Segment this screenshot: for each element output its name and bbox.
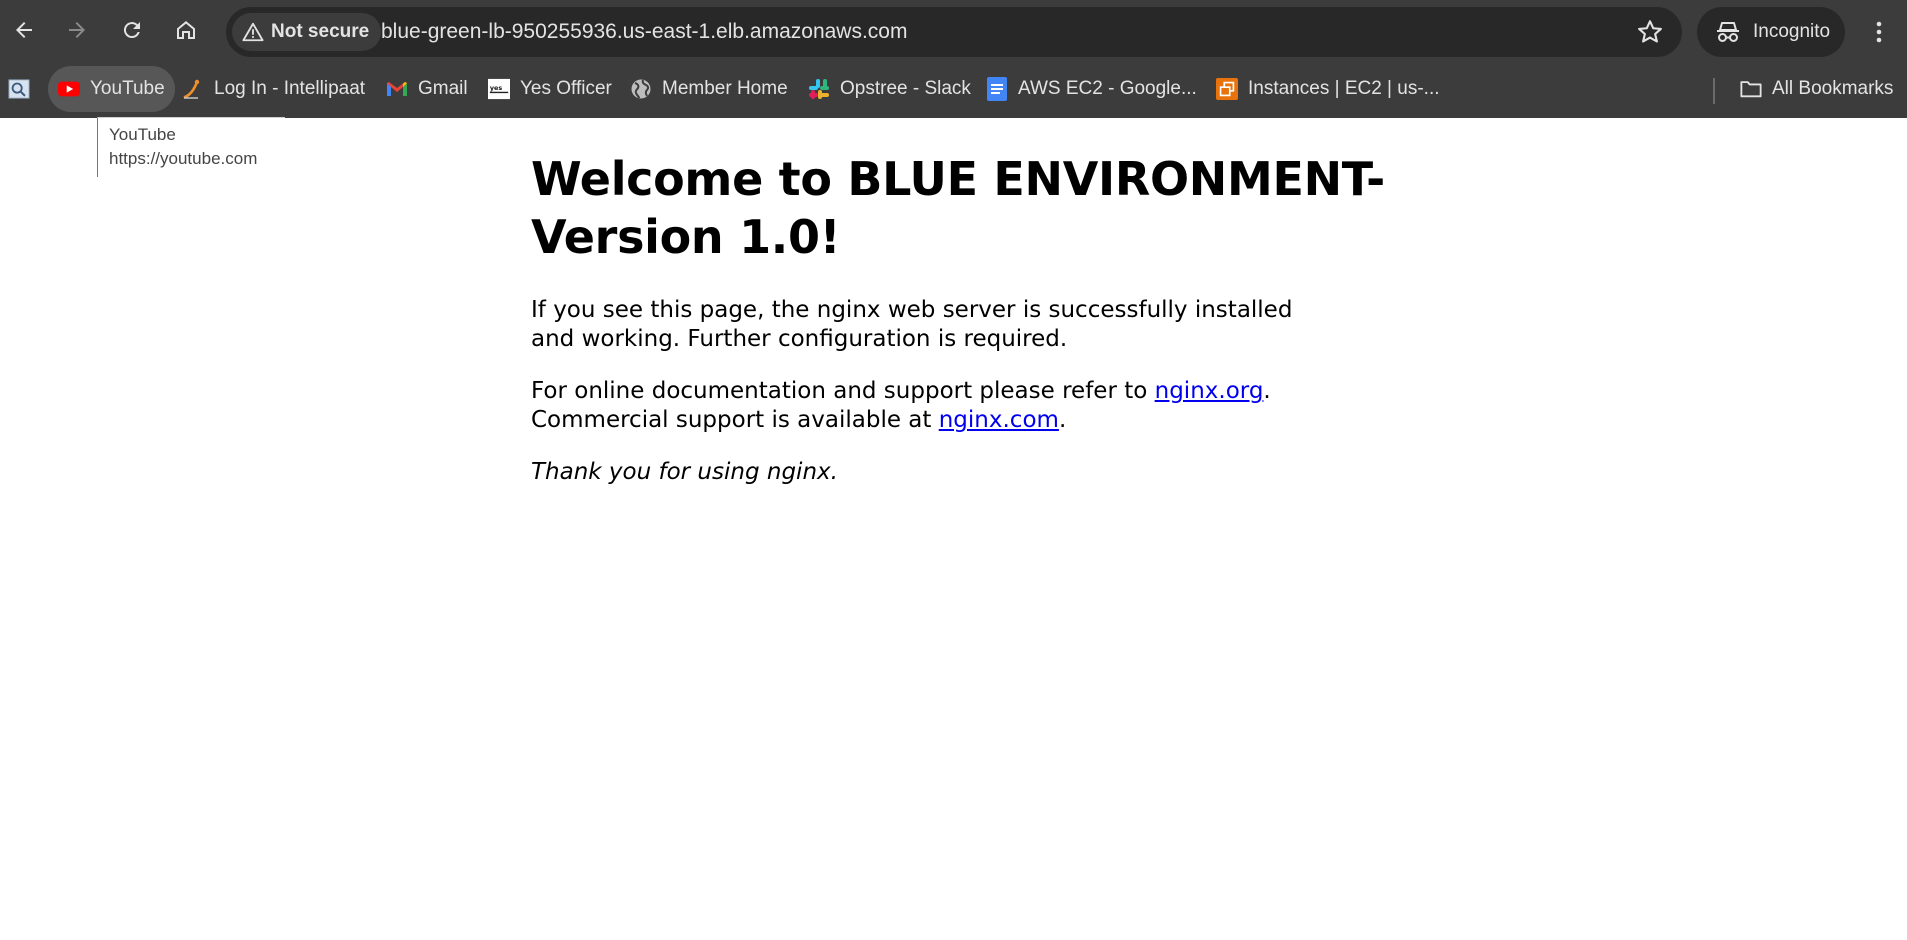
bookmark-item[interactable]: yes Yes Officer	[478, 66, 622, 112]
profile-label: Incognito	[1753, 21, 1831, 42]
svg-text:yes: yes	[490, 84, 503, 92]
arrow-right-icon	[69, 22, 85, 38]
aws-ec2-icon	[1216, 78, 1238, 100]
bookmark-item[interactable]: Member Home	[620, 66, 798, 112]
bookmark-item[interactable]	[0, 66, 38, 112]
star-icon	[1638, 20, 1662, 43]
warning-triangle-icon	[242, 22, 264, 42]
yes-officer-icon: yes	[488, 78, 510, 100]
folder-icon	[1740, 78, 1762, 100]
arrow-left-icon	[16, 22, 32, 38]
nginx-org-link[interactable]: nginx.org	[1155, 378, 1264, 404]
reload-icon	[123, 22, 140, 39]
support-paragraph: For online documentation and support ple…	[531, 377, 1311, 435]
google-docs-icon	[986, 77, 1008, 101]
bookmark-item[interactable]: Gmail	[376, 66, 478, 112]
home-icon	[177, 21, 195, 39]
bookmark-label: Instances | EC2 | us-...	[1248, 78, 1440, 99]
bookmark-item[interactable]: Opstree - Slack	[798, 66, 981, 112]
tooltip-url: https://youtube.com	[109, 149, 258, 168]
incognito-icon	[1717, 22, 1739, 42]
url-text[interactable]: blue-green-lb-950255936.us-east-1.elb.am…	[381, 7, 907, 57]
thanks-text: Thank you for using nginx.	[531, 459, 838, 485]
bookmark-label: Yes Officer	[520, 78, 612, 99]
youtube-icon	[58, 78, 80, 100]
doc-magnifier-icon	[8, 78, 30, 100]
bookmarks-divider	[1713, 78, 1715, 104]
incognito-profile-button[interactable]: Incognito	[1697, 7, 1845, 57]
thanks-paragraph: Thank you for using nginx.	[531, 458, 1311, 487]
commercial-text: Commercial support is available at	[531, 407, 939, 433]
bookmark-label: YouTube	[90, 78, 165, 99]
bookmark-item[interactable]: AWS EC2 - Google...	[976, 66, 1207, 112]
home-button[interactable]	[166, 10, 206, 50]
gmail-icon	[386, 78, 408, 100]
intro-paragraph: If you see this page, the nginx web serv…	[531, 297, 1293, 352]
all-bookmarks-button[interactable]: All Bookmarks	[1730, 66, 1903, 112]
security-label: Not secure	[271, 21, 370, 42]
nginx-com-link[interactable]: nginx.com	[939, 407, 1059, 433]
support-punct: .	[1263, 378, 1271, 404]
bookmark-item[interactable]: Log In - Intellipaat	[172, 66, 375, 112]
bookmark-item[interactable]: Instances | EC2 | us-...	[1206, 66, 1450, 112]
bookmark-label: AWS EC2 - Google...	[1018, 78, 1197, 99]
forward-button[interactable]	[57, 10, 97, 50]
reload-button[interactable]	[112, 10, 152, 50]
commercial-punct: .	[1058, 407, 1067, 433]
page-content: Welcome to BLUE ENVIRONMENT-Version 1.0!…	[531, 150, 1391, 510]
page-heading: Welcome to BLUE ENVIRONMENT-Version 1.0!	[531, 152, 1385, 264]
security-indicator[interactable]: Not secure	[232, 13, 382, 51]
bookmark-star-button[interactable]	[1636, 18, 1664, 46]
bookmark-item[interactable]: YouTube	[48, 66, 175, 112]
all-bookmarks-label: All Bookmarks	[1772, 78, 1894, 99]
slack-icon	[808, 78, 830, 100]
bookmarks-bar: YouTube Log In - Intellipaat Gmail yes Y…	[0, 64, 1907, 118]
browser-menu-button[interactable]	[1862, 12, 1896, 52]
browser-toolbar: Not secure blue-green-lb-950255936.us-ea…	[0, 0, 1907, 64]
address-bar[interactable]: Not secure blue-green-lb-950255936.us-ea…	[226, 7, 1682, 57]
bookmark-tooltip: YouTube https://youtube.com	[97, 117, 285, 177]
bookmark-label: Member Home	[662, 78, 788, 99]
globe-icon	[630, 78, 652, 100]
bookmark-label: Gmail	[418, 78, 468, 99]
back-button[interactable]	[4, 10, 44, 50]
kebab-menu-icon	[1876, 21, 1882, 43]
bookmark-label: Opstree - Slack	[840, 78, 971, 99]
intellipaat-icon	[182, 78, 204, 100]
support-text: For online documentation and support ple…	[531, 378, 1155, 404]
tooltip-title: YouTube	[109, 125, 176, 144]
bookmark-label: Log In - Intellipaat	[214, 78, 366, 99]
